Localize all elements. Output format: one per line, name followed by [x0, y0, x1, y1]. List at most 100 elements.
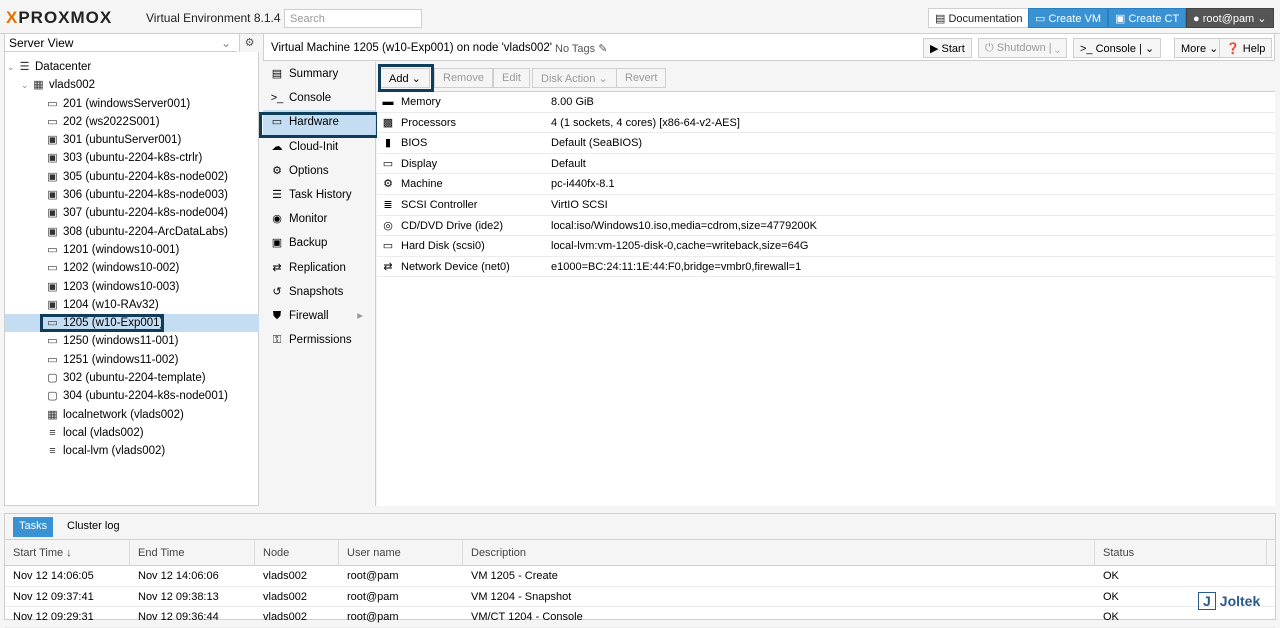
console-button[interactable]: >_ Console | ⌄ — [1073, 38, 1162, 58]
tree-item[interactable]: ≡ local (vlads002) — [5, 424, 259, 442]
chevron-down-icon: ⌄ — [220, 36, 231, 50]
tree-item[interactable]: ▭ 1250 (windows11-001) — [5, 332, 259, 350]
tab-tasks[interactable]: Tasks — [13, 517, 54, 537]
tree-item[interactable]: ▣ 306 (ubuntu-2204-k8s-node003) — [5, 186, 259, 204]
tree-item[interactable]: ▣ 1204 (w10-RAv32) — [5, 296, 259, 314]
table-row[interactable]: Nov 12 09:37:41 Nov 12 09:38:13 vlads002 ro… — [5, 587, 1275, 607]
disk-action-button[interactable]: Disk Action ⌄ — [532, 68, 617, 88]
hardware-row[interactable]: ▭ Hard Disk (scsi0) local-lvm:vm-1205-disk… — [377, 236, 1275, 257]
nav-item-summary[interactable]: ▤ Summary — [263, 62, 375, 86]
tree-item-label: 1250 (windows11-001) — [63, 335, 179, 348]
search-input[interactable]: Search — [284, 9, 422, 28]
expand-toggle-icon[interactable]: ⌄ — [7, 58, 17, 76]
nav-item-snapshots[interactable]: ↺ Snapshots — [263, 280, 375, 304]
nav-item-monitor[interactable]: ◉ Monitor — [263, 207, 375, 231]
table-cell: VM/CT 1204 - Console — [471, 611, 583, 623]
start-button[interactable]: ▶ Start — [923, 38, 972, 58]
cogs-icon: ⚙ — [383, 178, 393, 191]
col-start-time[interactable]: Start Time ↓ — [5, 540, 130, 566]
tree-item[interactable]: ▦ localnetwork (vlads002) — [5, 406, 259, 424]
table-row[interactable]: Nov 12 09:29:31 Nov 12 09:36:44 vlads002 ro… — [5, 607, 1275, 628]
create-ct-button[interactable]: ▣ Create CT — [1108, 8, 1187, 28]
shutdown-button[interactable]: ⏻ Shutdown | ⌄ — [978, 38, 1067, 58]
tree-item[interactable]: ▭ 1202 (windows10-002) — [5, 259, 259, 277]
tree-item[interactable]: ▣ 303 (ubuntu-2204-k8s-ctrlr) — [5, 149, 259, 167]
col-node[interactable]: Node — [255, 540, 339, 566]
add-button[interactable]: Add ⌄ — [380, 68, 430, 88]
hardware-value: Default (SeaBIOS) — [551, 137, 643, 150]
tree-item[interactable]: ▭ 202 (ws2022S001) — [5, 113, 259, 131]
hardware-row[interactable]: ◎ CD/DVD Drive (ide2) local:iso/Windows10.… — [377, 216, 1275, 237]
documentation-button[interactable]: ▤ Documentation — [928, 8, 1030, 28]
hardware-panel: Add ⌄ Remove Edit Disk Action ⌄ Revert ▬… — [377, 62, 1275, 506]
tree-item[interactable]: ▭ 1201 (windows10-001) — [5, 241, 259, 259]
col-user-name[interactable]: User name — [339, 540, 463, 566]
tree-item-label: 1203 (windows10-003) — [63, 280, 180, 293]
col-status[interactable]: Status — [1095, 540, 1267, 566]
nav-item-backup[interactable]: ▣ Backup — [263, 231, 375, 255]
hardware-row[interactable]: ▩ Processors 4 (1 sockets, 4 cores) [x86-6… — [377, 113, 1275, 134]
tab-cluster-log[interactable]: Cluster log — [61, 517, 126, 537]
tree-item[interactable]: ▣ 1203 (windows10-003) — [5, 278, 259, 296]
hardware-row[interactable]: ⚙ Machine pc-i440fx-8.1 — [377, 174, 1275, 195]
nav-item-task-history[interactable]: ☰ Task History — [263, 183, 375, 207]
nav-item-permissions[interactable]: ⚿ Permissions — [263, 328, 375, 352]
user-menu-button[interactable]: ● root@pam ⌄ — [1186, 8, 1274, 28]
table-row[interactable]: Nov 12 14:06:05 Nov 12 14:06:06 vlads002 ro… — [5, 566, 1275, 587]
nav-item-replication[interactable]: ⇄ Replication — [263, 256, 375, 280]
table-cell: root@pam — [347, 590, 399, 603]
more-button[interactable]: More ⌄ — [1174, 38, 1226, 58]
hardware-row[interactable]: ▭ Display Default — [377, 154, 1275, 175]
col-description[interactable]: Description — [463, 540, 1095, 566]
gear-icon[interactable]: ⚙ — [239, 34, 259, 52]
nav-item-label: Permissions — [289, 334, 352, 347]
cloud-icon: ☁ — [271, 140, 283, 153]
tree-item[interactable]: ▣ 301 (ubuntuServer001) — [5, 131, 259, 149]
hardware-row[interactable]: ⇄ Network Device (net0) e1000=BC:24:11:1E:… — [377, 257, 1275, 278]
nav-item-firewall[interactable]: ⛊ Firewall ▸ — [263, 304, 375, 328]
nav-item-hardware[interactable]: ▭ Hardware — [263, 110, 375, 135]
table-cell: Nov 12 14:06:06 — [138, 570, 219, 582]
hardware-name: SCSI Controller — [401, 198, 478, 211]
hardware-value: VirtIO SCSI — [551, 198, 608, 211]
version-label: Virtual Environment 8.1.4 — [146, 11, 281, 25]
view-selector[interactable]: Server View ⌄ — [5, 34, 237, 52]
tree-item[interactable]: ▢ 302 (ubuntu-2204-template) — [5, 369, 259, 387]
remove-button[interactable]: Remove — [434, 68, 493, 88]
hardware-row[interactable]: ▮ BIOS Default (SeaBIOS) — [377, 133, 1275, 154]
tree-item[interactable]: ▭ 1205 (w10-Exp001) — [5, 314, 259, 333]
create-vm-button[interactable]: ▭ Create VM — [1028, 8, 1109, 28]
tree-item[interactable]: ▢ 304 (ubuntu-2204-k8s-node001) — [5, 387, 259, 405]
hardware-row[interactable]: ≣ SCSI Controller VirtIO SCSI — [377, 195, 1275, 216]
tree-item[interactable]: ⌄ ▦ vlads002 — [5, 76, 259, 94]
sort-arrow-icon: ↓ — [63, 547, 72, 559]
help-button[interactable]: ❓ Help — [1219, 38, 1273, 58]
tree-item[interactable]: ≡ local-lvm (vlads002) — [5, 442, 259, 460]
top-bar: XPROXMOX Virtual Environment 8.1.4 Searc… — [0, 0, 1280, 34]
nav-item-cloud-init[interactable]: ☁ Cloud-Init — [263, 135, 375, 159]
play-icon: ▶ — [930, 43, 942, 55]
tree-item[interactable]: ▭ 201 (windowsServer001) — [5, 95, 259, 113]
tree-item[interactable]: ▭ 1251 (windows11-002) — [5, 351, 259, 369]
nav-item-options[interactable]: ⚙ Options — [263, 159, 375, 183]
expand-toggle-icon[interactable]: ⌄ — [21, 76, 31, 94]
tree-item[interactable]: ▣ 308 (ubuntu-2204-ArcDataLabs) — [5, 223, 259, 241]
proxmox-logo[interactable]: XPROXMOX — [6, 8, 112, 28]
hardware-row[interactable]: ▬ Memory 8.00 GiB — [377, 92, 1275, 113]
hardware-name: Memory — [401, 96, 441, 108]
tree-item[interactable]: ▣ 305 (ubuntu-2204-k8s-node002) — [5, 168, 259, 186]
database-icon: ≣ — [383, 198, 393, 211]
nav-item-label: Replication — [289, 261, 346, 274]
revert-button[interactable]: Revert — [616, 68, 667, 88]
vm-running-icon: ▣ — [47, 134, 58, 147]
vm-stopped-icon: ▭ — [47, 115, 58, 128]
col-end-time[interactable]: End Time — [130, 540, 255, 566]
question-icon: ❓ — [1226, 43, 1243, 55]
tree-item[interactable]: ⌄ ☰ Datacenter — [5, 58, 259, 76]
tree-item[interactable]: ▣ 307 (ubuntu-2204-k8s-node004) — [5, 204, 259, 222]
edit-button[interactable]: Edit — [493, 68, 530, 88]
microchip-icon: ▮ — [384, 137, 392, 150]
exchange-icon: ⇄ — [383, 260, 393, 273]
tags-editor[interactable]: No Tags ✎ — [555, 42, 607, 55]
nav-item-console[interactable]: >_ Console — [263, 86, 375, 110]
